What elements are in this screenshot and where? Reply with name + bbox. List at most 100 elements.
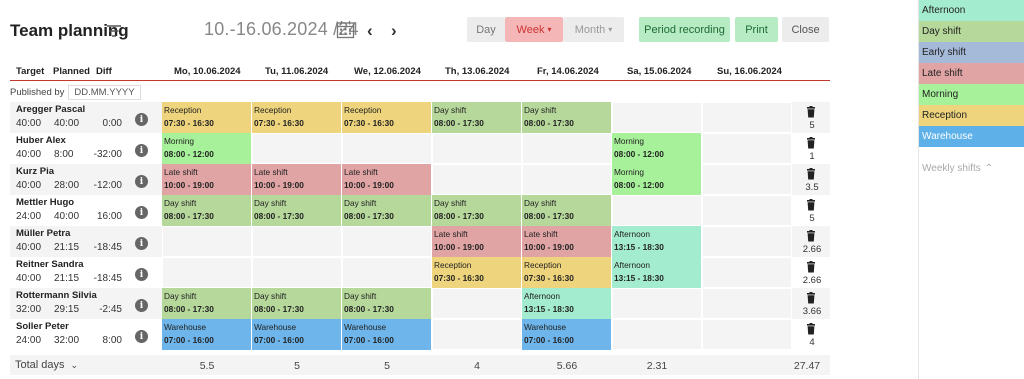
shift-block[interactable]: Late shift 10:00 - 19:00 (342, 164, 431, 195)
day-cell[interactable] (432, 288, 522, 319)
shift-block[interactable]: Reception 07:30 - 16:30 (162, 102, 251, 133)
day-cell[interactable] (162, 226, 252, 257)
info-icon[interactable]: i (135, 206, 148, 219)
trash-icon[interactable] (805, 168, 817, 180)
day-cell[interactable] (432, 133, 522, 164)
shift-block[interactable]: Reception 07:30 - 16:30 (522, 257, 611, 288)
calendar-icon[interactable] (336, 20, 355, 39)
shift-block[interactable]: Late shift 10:00 - 19:00 (252, 164, 341, 195)
info-icon[interactable]: i (135, 113, 148, 126)
trash-icon[interactable] (805, 323, 817, 335)
day-cell[interactable] (162, 257, 252, 288)
employee-name[interactable]: Huber Alex (16, 135, 66, 146)
view-day-button[interactable]: Day (467, 17, 505, 42)
shift-block[interactable]: Reception 07:30 - 16:30 (252, 102, 341, 133)
shift-block[interactable]: Morning 08:00 - 12:00 (162, 133, 251, 164)
shift-block[interactable]: Morning 08:00 - 12:00 (612, 133, 701, 164)
day-cell[interactable] (342, 133, 432, 164)
trash-icon[interactable] (805, 261, 817, 273)
info-icon[interactable]: i (135, 330, 148, 343)
legend-item[interactable]: Warehouse (919, 126, 1024, 147)
print-button[interactable]: Print (735, 17, 778, 42)
day-cell[interactable] (522, 164, 612, 195)
day-cell[interactable] (612, 288, 702, 319)
day-cell[interactable] (432, 319, 522, 350)
day-cell[interactable] (252, 226, 342, 257)
day-cell[interactable] (342, 257, 432, 288)
shift-block[interactable]: Afternoon 13:15 - 18:30 (612, 257, 701, 288)
shift-block[interactable]: Warehouse 07:00 - 16:00 (342, 319, 431, 350)
day-cell[interactable] (612, 319, 702, 350)
employee-name[interactable]: Soller Peter (16, 321, 69, 332)
shift-block[interactable]: Day shift 08:00 - 17:30 (522, 195, 611, 226)
shift-block[interactable]: Day shift 08:00 - 17:30 (162, 288, 251, 319)
employee-name[interactable]: Aregger Pascal (16, 104, 85, 115)
period-recording-button[interactable]: Period recording (639, 17, 730, 42)
legend-item[interactable]: Early shift (919, 42, 1024, 63)
info-icon[interactable]: i (135, 237, 148, 250)
day-cell[interactable] (702, 257, 792, 288)
shift-block[interactable]: Day shift 08:00 - 17:30 (252, 288, 341, 319)
day-cell[interactable] (702, 102, 792, 133)
shift-block[interactable]: Reception 07:30 - 16:30 (342, 102, 431, 133)
day-cell[interactable] (522, 133, 612, 164)
legend-item[interactable]: Day shift (919, 21, 1024, 42)
day-cell[interactable] (252, 133, 342, 164)
day-cell[interactable] (702, 226, 792, 257)
employee-name[interactable]: Rottermann Silvia (16, 290, 97, 301)
legend-item[interactable]: Morning (919, 84, 1024, 105)
employee-name[interactable]: Müller Petra (16, 228, 70, 239)
day-cell[interactable] (702, 133, 792, 164)
trash-icon[interactable] (805, 137, 817, 149)
legend-item[interactable]: Late shift (919, 63, 1024, 84)
info-icon[interactable]: i (135, 299, 148, 312)
shift-block[interactable]: Day shift 08:00 - 17:30 (342, 195, 431, 226)
shift-block[interactable]: Day shift 08:00 - 17:30 (342, 288, 431, 319)
close-button[interactable]: Close (782, 17, 829, 42)
trash-icon[interactable] (805, 199, 817, 211)
shift-block[interactable]: Reception 07:30 - 16:30 (432, 257, 521, 288)
shift-block[interactable]: Day shift 08:00 - 17:30 (252, 195, 341, 226)
employee-name[interactable]: Kurz Pia (16, 166, 54, 177)
day-cell[interactable] (702, 164, 792, 195)
employee-name[interactable]: Reitner Sandra (16, 259, 84, 270)
shift-block[interactable]: Late shift 10:00 - 19:00 (162, 164, 251, 195)
filter-icon[interactable] (106, 24, 122, 38)
shift-block[interactable]: Warehouse 07:00 - 16:00 (522, 319, 611, 350)
shift-block[interactable]: Day shift 08:00 - 17:30 (432, 195, 521, 226)
day-cell[interactable] (342, 226, 432, 257)
weekly-shifts-toggle[interactable]: Weekly shifts ⌃ (919, 163, 1024, 174)
shift-block[interactable]: Afternoon 13:15 - 18:30 (522, 288, 611, 319)
day-cell[interactable] (702, 319, 792, 350)
day-cell[interactable] (612, 102, 702, 133)
shift-block[interactable]: Day shift 08:00 - 17:30 (432, 102, 521, 133)
trash-icon[interactable] (805, 106, 817, 118)
shift-block[interactable]: Late shift 10:00 - 19:00 (432, 226, 521, 257)
day-cell[interactable] (252, 257, 342, 288)
trash-icon[interactable] (805, 230, 817, 242)
trash-icon[interactable] (805, 292, 817, 304)
day-cell[interactable] (702, 288, 792, 319)
day-cell[interactable] (612, 195, 702, 226)
view-week-button[interactable]: Week ▾ (505, 17, 563, 42)
shift-block[interactable]: Warehouse 07:00 - 16:00 (162, 319, 251, 350)
day-cell[interactable] (702, 195, 792, 226)
prev-week-button[interactable]: ‹ (367, 21, 373, 41)
legend-item[interactable]: Afternoon (919, 0, 1024, 21)
day-cell[interactable] (432, 164, 522, 195)
shift-block[interactable]: Day shift 08:00 - 17:30 (522, 102, 611, 133)
info-icon[interactable]: i (135, 268, 148, 281)
shift-block[interactable]: Late shift 10:00 - 19:00 (522, 226, 611, 257)
next-week-button[interactable]: › (391, 21, 397, 41)
shift-block[interactable]: Day shift 08:00 - 17:30 (162, 195, 251, 226)
shift-block[interactable]: Warehouse 07:00 - 16:00 (252, 319, 341, 350)
info-icon[interactable]: i (135, 144, 148, 157)
employee-name[interactable]: Mettler Hugo (16, 197, 74, 208)
total-days-toggle[interactable]: Total days ⌄ (15, 359, 78, 371)
legend-item[interactable]: Reception (919, 105, 1024, 126)
shift-block[interactable]: Morning 08:00 - 12:00 (612, 164, 701, 195)
shift-block[interactable]: Afternoon 13:15 - 18:30 (612, 226, 701, 257)
info-icon[interactable]: i (135, 175, 148, 188)
view-month-button[interactable]: Month ▾ (563, 17, 624, 42)
diff-hours: 8:00 (102, 335, 122, 346)
